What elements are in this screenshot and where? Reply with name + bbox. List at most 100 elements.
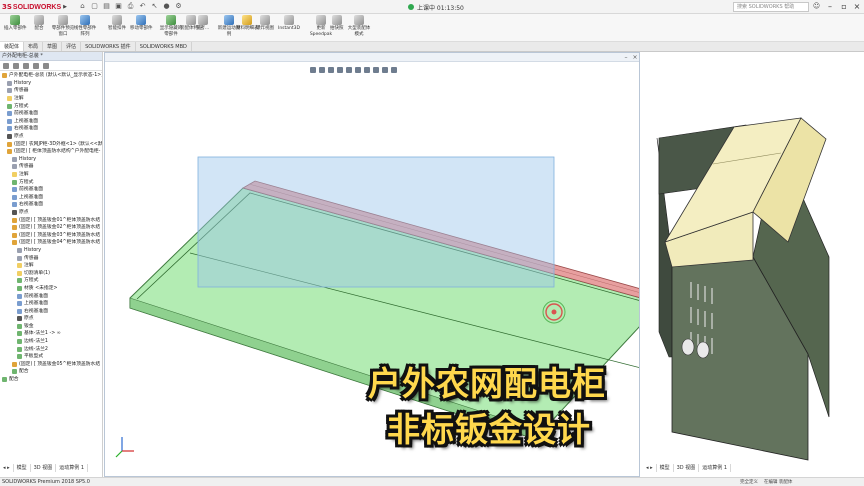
minimize-icon[interactable]: – (824, 1, 836, 13)
dimxpert-icon[interactable] (33, 62, 39, 69)
ribbon-button-1[interactable]: 插入零部件 (4, 15, 27, 32)
tree-node[interactable]: 边线-法兰1 (0, 338, 102, 346)
feature-tree-icon[interactable] (3, 62, 9, 69)
print-icon[interactable]: ⎙ (126, 2, 135, 11)
tree-node[interactable]: 右视基准面 (0, 125, 102, 133)
tab-1[interactable]: 装配体 (0, 42, 25, 51)
ribbon-button-16[interactable]: 大型装配体模式 (346, 15, 372, 37)
part-icon (12, 361, 17, 367)
feature-tree: 户外配电柜-总装 (默认<默认_显示状态-1>) History 传感器 注解 方程式前… (0, 71, 102, 383)
tree-node[interactable]: (固定) [ 顶盖钣金02^柜体顶盖防水结 (0, 224, 102, 232)
tab-3[interactable]: 草图 (43, 42, 63, 51)
ribbon-button-12[interactable]: 爆炸视图 (256, 15, 274, 32)
tree-node[interactable]: 配合 (0, 368, 102, 376)
options-gear-icon[interactable]: ⚙ (174, 2, 183, 11)
tree-node[interactable]: 传感器 (0, 87, 102, 95)
tree-node[interactable]: 平板型式 (0, 353, 102, 361)
tab-scroll-arrows-icon[interactable]: ◂ ▸ (643, 464, 657, 472)
tab-scroll-arrows-icon[interactable]: ◂ ▸ (0, 464, 14, 472)
new-file-icon[interactable]: ▢ (90, 2, 99, 11)
tree-node[interactable]: 方程式 (0, 178, 102, 186)
tree-node[interactable]: 方程式 (0, 277, 102, 285)
tree-node[interactable]: 上视基准面 (0, 194, 102, 202)
tree-node[interactable]: 原点 (0, 209, 102, 217)
ribbon-button-label: 参考... (196, 26, 210, 31)
menu-arrow-icon[interactable]: ▶ (63, 4, 67, 10)
tree-node[interactable]: History (0, 80, 102, 88)
cabinet-3d-model[interactable] (643, 52, 864, 464)
display-manager-icon[interactable] (43, 62, 49, 69)
feat-icon (17, 285, 22, 291)
tree-node[interactable]: 传感器 (0, 163, 102, 171)
tree-node[interactable]: 原点 (0, 133, 102, 141)
undo-icon[interactable]: ↶ (138, 2, 147, 11)
tree-node[interactable]: 上视基准面 (0, 300, 102, 308)
bottom-tab-3[interactable]: 运动算例 1 (56, 464, 89, 472)
tree-node[interactable]: 切割清单(1) (0, 269, 102, 277)
tab-4[interactable]: 评估 (62, 42, 82, 51)
ribbon-button-15[interactable]: 拍快照 (330, 15, 344, 32)
home-icon[interactable]: ⌂ (78, 2, 87, 11)
property-manager-icon[interactable] (13, 62, 19, 69)
ribbon-button-5[interactable]: 智能扣件 (108, 15, 126, 32)
tree-node[interactable]: History (0, 156, 102, 164)
tree-node[interactable]: 注解 (0, 171, 102, 179)
tree-node[interactable]: 前视基准面 (0, 186, 102, 194)
tab-6[interactable]: SOLIDWORKS MBD (136, 42, 192, 51)
rebuild-icon[interactable]: ● (162, 2, 171, 11)
tree-node[interactable]: 方程式 (0, 102, 102, 110)
main-bottom-tabs: ◂ ▸ 模型 3D 视图 运动算例 1 (0, 464, 640, 472)
ribbon-command-icon (224, 15, 234, 25)
save-icon[interactable]: ▣ (114, 2, 123, 11)
bottom-tab-2[interactable]: 3D 视图 (31, 464, 57, 472)
help-search-input[interactable]: 搜索 SOLIDWORKS 帮助 (733, 2, 809, 12)
ribbon-button-2[interactable]: 配合 (34, 15, 44, 32)
tree-node[interactable]: 注解 (0, 95, 102, 103)
tree-node[interactable]: 传感器 (0, 254, 102, 262)
tree-node[interactable]: 右视基准面 (0, 201, 102, 209)
cable-gland-left[interactable] (681, 338, 695, 356)
tree-node[interactable]: 原点 (0, 315, 102, 323)
tree-node[interactable]: 前视基准面 (0, 292, 102, 300)
tree-node[interactable]: History (0, 247, 102, 255)
configuration-icon[interactable] (23, 62, 29, 69)
tab-5[interactable]: SOLIDWORKS 插件 (81, 42, 136, 51)
ribbon-button-9[interactable]: 参考... (196, 15, 209, 32)
bottom-tab-1[interactable]: 模型 (13, 464, 31, 472)
document-tab[interactable]: 户外配电柜-总装 * (0, 52, 102, 61)
bottom-tab-2[interactable]: 3D 视图 (674, 464, 700, 472)
tree-node-label: (固定) [ 顶盖钣金03^柜体顶盖防水结 (19, 232, 101, 238)
bottom-tab-1[interactable]: 模型 (656, 464, 674, 472)
tree-node[interactable]: (固定) [ 柜体顶盖防水结构^户外配电柜- (0, 148, 102, 156)
tree-node[interactable]: 材质 <未指定> (0, 285, 102, 293)
tree-node[interactable]: (固定) 农网JP柜-3D外框<1> (默认<<默认 (0, 140, 102, 148)
bottom-tab-3[interactable]: 运动算例 1 (699, 464, 732, 472)
tree-node[interactable]: 边线-法兰2 (0, 345, 102, 353)
restore-icon[interactable]: ▫ (838, 1, 850, 13)
ribbon-button-4[interactable]: 线性零部件阵列 (72, 15, 98, 37)
secondary-graphics-area[interactable] (643, 52, 864, 464)
tree-node[interactable]: 前视基准面 (0, 110, 102, 118)
tree-node[interactable]: (固定) [ 顶盖钣金05^柜体顶盖防水结 (0, 361, 102, 369)
open-folder-icon[interactable]: ▤ (102, 2, 111, 11)
tree-node[interactable]: (固定) [ 顶盖钣金04^柜体顶盖防水结 (0, 239, 102, 247)
tree-node[interactable]: 钣金 (0, 323, 102, 331)
tree-node[interactable]: 上视基准面 (0, 118, 102, 126)
user-icon[interactable]: ☺ (812, 2, 821, 11)
tree-node[interactable]: 注解 (0, 262, 102, 270)
ribbon-button-6[interactable]: 移动零部件 (130, 15, 153, 32)
tree-node-label: (固定) [ 顶盖钣金01^柜体顶盖防水结 (19, 217, 101, 223)
tree-node[interactable]: (固定) [ 顶盖钣金01^柜体顶盖防水结 (0, 216, 102, 224)
tree-node[interactable]: 户外配电柜-总装 (默认<默认_显示状态-1>) (0, 72, 102, 80)
tree-node[interactable]: 右视基准面 (0, 307, 102, 315)
tree-node[interactable]: (固定) [ 顶盖钣金03^柜体顶盖防水结 (0, 231, 102, 239)
tree-node[interactable]: 配合 (0, 376, 102, 384)
tree-node[interactable]: 基体-法兰1 -> ∞ (0, 330, 102, 338)
cable-gland-right[interactable] (696, 341, 710, 359)
solidworks-logo[interactable]: 3S SOLIDWORKS ▶ (2, 2, 67, 12)
ribbon-button-13[interactable]: Instant3D (278, 15, 300, 32)
plane-icon (17, 301, 22, 307)
close-icon[interactable]: × (851, 1, 863, 13)
tab-2[interactable]: 布局 (24, 42, 44, 51)
select-arrow-icon[interactable]: ↖ (150, 2, 159, 11)
